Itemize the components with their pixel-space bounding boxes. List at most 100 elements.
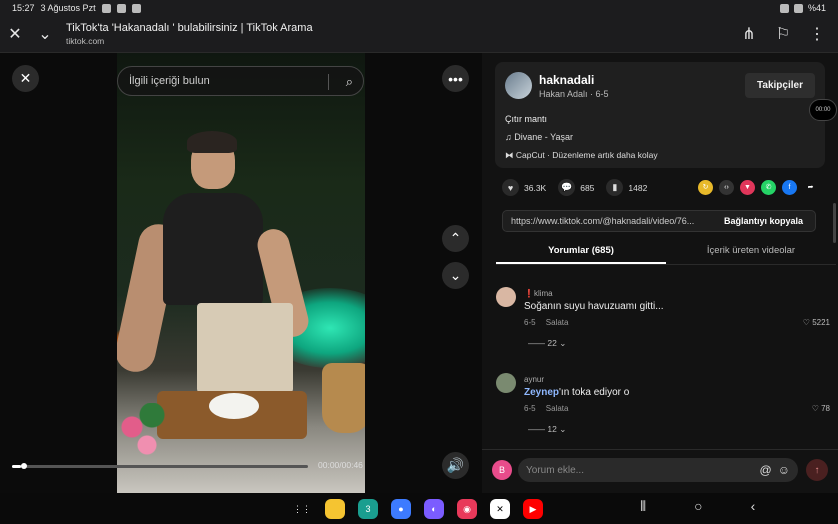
browser-toolbar: ✕ ⌄ TikTok'ta 'Hakanadalı ' bulabilirsin… — [0, 16, 838, 53]
heart-outline-icon: ♡ — [811, 404, 819, 413]
close-icon: ✕ — [19, 70, 32, 86]
view-replies-button[interactable]: —— 22 ⌄ — [528, 338, 566, 349]
tab-comments[interactable]: Yorumlar (685) — [496, 239, 666, 264]
video-player[interactable] — [117, 53, 365, 493]
share-icon: ⋔ — [742, 26, 756, 43]
volume-button[interactable]: 🔊 — [442, 452, 469, 479]
search-icon[interactable]: ⌕ — [346, 74, 353, 90]
whatsapp-icon[interactable]: ✆ — [761, 180, 776, 195]
notes-app-icon[interactable] — [325, 499, 345, 519]
system-status-bar: 15:27 3 Ağustos Pzt %41 — [0, 0, 838, 16]
notification-icon — [116, 3, 126, 13]
comment-placeholder: Yorum ekle... — [526, 464, 584, 476]
author-username[interactable]: haknadali — [539, 73, 594, 87]
calendar-app-icon[interactable]: 3 — [358, 499, 378, 519]
bookmark-button[interactable]: ⚐ — [768, 19, 798, 49]
comment-like[interactable]: ♡ 78 — [812, 404, 830, 413]
messages-app-icon[interactable]: ● — [391, 499, 411, 519]
collapse-button[interactable]: ⌄ — [30, 19, 60, 49]
chevron-down-icon: ⌄ — [559, 338, 567, 348]
system-navigation-bar: ⋮⋮ 3 ● ◐ ◉ ✕ ▶ ⦀ ○ ‹ — [0, 493, 838, 524]
comment-icon: 💬 — [558, 179, 576, 196]
timer-badge: 00:00 — [809, 99, 837, 121]
camera-app-icon[interactable]: ◉ — [457, 499, 477, 519]
send-icon[interactable]: ▼ — [740, 180, 755, 195]
reply-button[interactable]: Salata — [546, 318, 569, 327]
page-title-block: TikTok'ta 'Hakanadalı ' bulabilirsiniz |… — [60, 22, 734, 46]
capcut-app-icon[interactable]: ✕ — [490, 499, 510, 519]
comment-like[interactable]: ♡ 5221 — [803, 318, 830, 327]
video-time: 00:00/00:46 — [318, 460, 363, 470]
music-row[interactable]: ♫ Divane - Yaşar — [505, 132, 573, 142]
back-icon[interactable]: ‹ — [751, 498, 756, 515]
comment-like-count: 5221 — [812, 318, 830, 327]
repost-icon[interactable]: ↻ — [698, 180, 713, 195]
send-comment-button[interactable]: ↑ — [806, 459, 828, 481]
recents-icon[interactable]: ⦀ — [640, 498, 646, 515]
app-drawer-icon[interactable]: ⋮⋮ — [292, 499, 312, 519]
home-icon[interactable]: ○ — [694, 498, 702, 515]
chevron-up-icon: ⌃ — [449, 230, 462, 246]
person-body — [163, 193, 263, 305]
youtube-app-icon[interactable]: ▶ — [523, 499, 543, 519]
heart-icon: ♥ — [502, 179, 519, 196]
next-video-button[interactable]: ⌄ — [442, 262, 469, 289]
battery-level: %41 — [807, 3, 826, 13]
egg-basket — [322, 363, 365, 433]
more-menu-button[interactable]: ⋮ — [802, 19, 832, 49]
volume-icon: 🔊 — [446, 457, 465, 473]
comment-username[interactable]: ❗klima — [524, 289, 553, 298]
comment-text: Zeynep'ın toka ediyor o — [524, 387, 629, 398]
comment-item: ❗klima Soğanın suyu havuzuamı gitti... 6… — [496, 287, 830, 357]
internet-app-icon[interactable]: ◐ — [424, 499, 444, 519]
comment-stat[interactable]: 💬 685 — [558, 179, 594, 196]
close-tab-button[interactable]: ✕ — [0, 19, 30, 49]
video-progress-bar[interactable] — [12, 463, 308, 469]
reply-count: 12 — [547, 424, 557, 434]
copy-link-button[interactable]: Bağlantıyı kopyala — [712, 216, 815, 226]
reply-button[interactable]: Salata — [546, 404, 569, 413]
search-input[interactable]: İlgili içeriği bulun ⌕ — [117, 66, 364, 96]
emoji-icon[interactable]: ☺ — [778, 463, 790, 477]
avatar[interactable] — [496, 287, 516, 307]
comment-input[interactable]: Yorum ekle... @ ☺ — [518, 458, 798, 482]
video-link[interactable]: https://www.tiktok.com/@haknadali/video/… — [503, 216, 712, 226]
chevron-down-icon: ⌄ — [449, 267, 462, 283]
avatar[interactable] — [505, 72, 532, 99]
comment-username[interactable]: aynur — [524, 375, 544, 384]
tab-creator-videos[interactable]: İçerik üreten videolar — [666, 239, 836, 264]
progress-knob[interactable] — [20, 463, 27, 469]
save-stat[interactable]: ▮ 1482 — [606, 179, 647, 196]
chevron-down-icon: ⌄ — [38, 26, 52, 43]
comment-meta: 6-5 Salata — [524, 404, 568, 413]
close-video-button[interactable]: ✕ — [12, 65, 39, 92]
avatar[interactable]: B — [492, 460, 512, 480]
like-stat[interactable]: ♥ 36.3K — [502, 179, 546, 196]
capcut-row[interactable]: ⧓ CapCut · Düzenleme artık daha kolay — [505, 150, 658, 161]
status-date: 3 Ağustos Pzt — [40, 3, 96, 13]
follow-button[interactable]: Takipçiler — [745, 73, 815, 98]
share-button[interactable]: ⋔ — [734, 19, 764, 49]
scrollbar[interactable] — [833, 203, 836, 243]
comment-composer: B Yorum ekle... @ ☺ ↑ — [482, 449, 838, 493]
share-arrow-icon[interactable]: ➦ — [803, 180, 818, 195]
previous-video-button[interactable]: ⌃ — [442, 225, 469, 252]
avatar[interactable] — [496, 373, 516, 393]
more-vertical-icon: ⋮ — [809, 26, 825, 43]
comment-body: 'ın toka ediyor o — [559, 387, 630, 398]
view-replies-button[interactable]: —— 12 ⌄ — [528, 424, 566, 435]
page-title: TikTok'ta 'Hakanadalı ' bulabilirsiniz |… — [66, 21, 313, 34]
mention-link[interactable]: Zeynep — [524, 387, 559, 398]
embed-icon[interactable]: ‹› — [719, 180, 734, 195]
more-options-button[interactable]: ••• — [442, 65, 469, 92]
mention-icon[interactable]: @ — [760, 463, 772, 477]
comment-tabs: Yorumlar (685) İçerik üreten videolar — [496, 239, 836, 265]
arrow-up-icon: ↑ — [814, 464, 820, 476]
comment-meta: 6-5 Salata — [524, 318, 568, 327]
page-url: tiktok.com — [66, 35, 105, 46]
more-horizontal-icon: ••• — [448, 70, 463, 87]
details-pane: haknadali Hakan Adalı · 6-5 Takipçiler Ç… — [482, 53, 838, 493]
save-count: 1482 — [628, 182, 648, 193]
system-nav-buttons: ⦀ ○ ‹ — [640, 498, 755, 515]
facebook-icon[interactable]: f — [782, 180, 797, 195]
